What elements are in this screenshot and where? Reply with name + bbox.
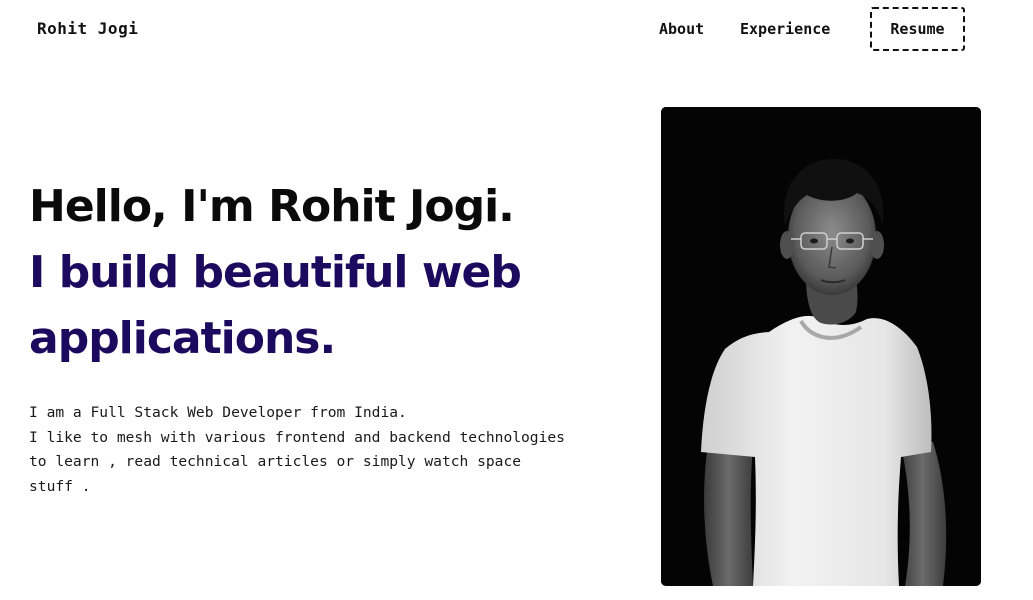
hero-heading: Hello, I'm Rohit Jogi. I build beautiful… [29, 174, 639, 372]
nav-link-experience[interactable]: Experience [740, 20, 830, 38]
description-line: to learn , read technical articles or si… [29, 453, 522, 470]
profile-photo [661, 107, 981, 586]
hero-tagline: I build beautiful web applications. [29, 247, 522, 364]
hero-greeting: Hello, I'm Rohit Jogi. [29, 181, 515, 232]
description-line: stuff . [29, 477, 91, 495]
top-navbar: Rohit Jogi About Experience Resume [0, 0, 1033, 60]
person-photo-icon [661, 107, 981, 586]
brand-logo-link[interactable]: Rohit Jogi [37, 19, 138, 38]
resume-button[interactable]: Resume [870, 7, 965, 51]
nav-link-about[interactable]: About [659, 20, 704, 38]
hero-description: I am a Full Stack Web Developer from Ind… [29, 401, 639, 499]
description-line: I like to mesh with various frontend and… [29, 428, 565, 446]
description-line: I am a Full Stack Web Developer from Ind… [29, 404, 407, 421]
